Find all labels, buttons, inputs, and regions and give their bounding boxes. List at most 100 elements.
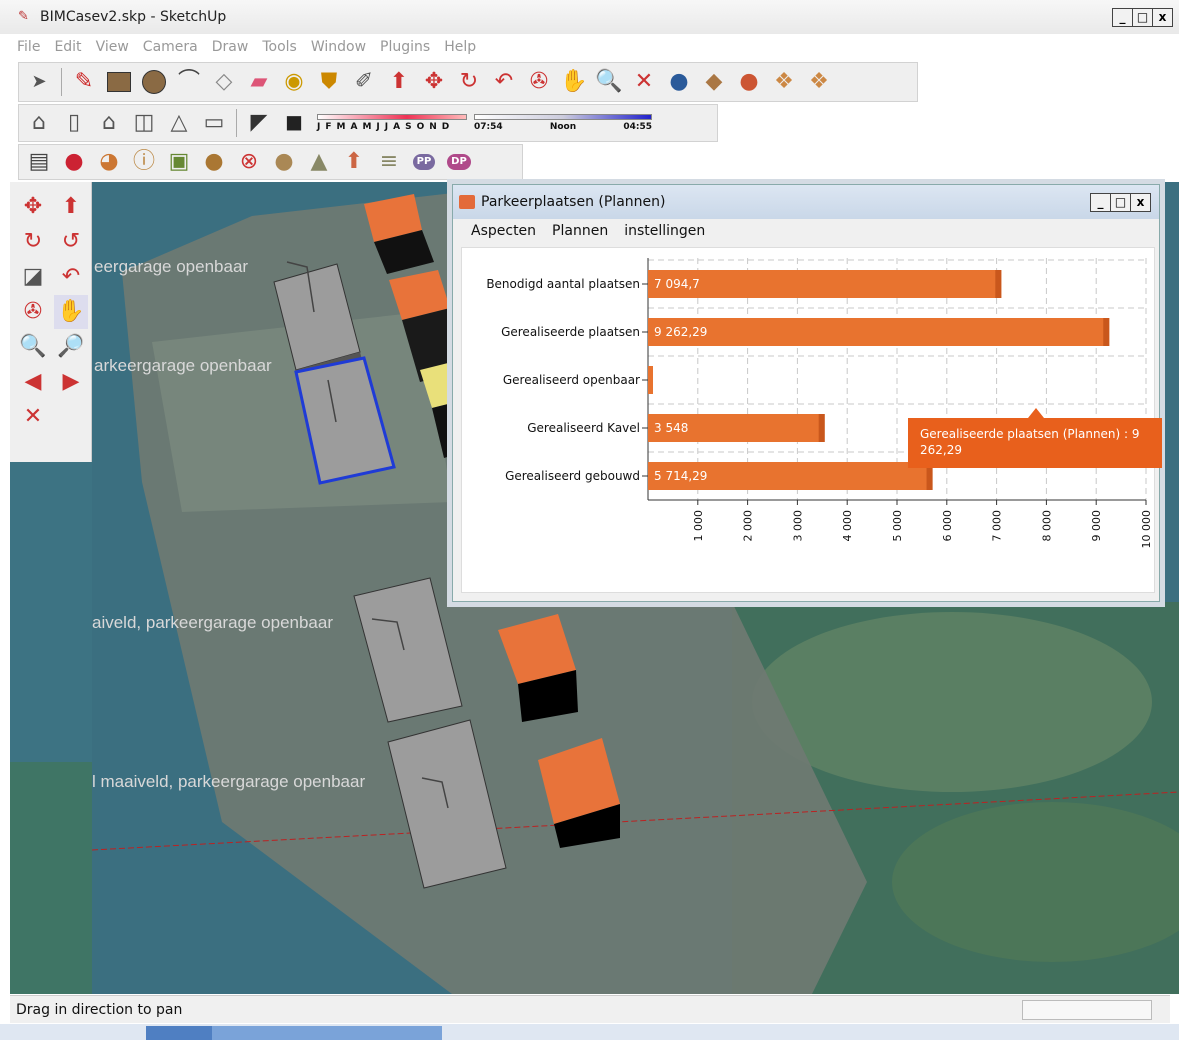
rotate-icon[interactable]: ↻ xyxy=(16,225,50,259)
plugin-delete-icon[interactable]: ⊗ xyxy=(233,146,265,178)
left-view-icon[interactable]: ▭ xyxy=(198,107,230,139)
report-icon[interactable]: ▤ xyxy=(23,146,55,178)
menu-tools[interactable]: Tools xyxy=(255,39,304,55)
eraser-icon[interactable]: ▰ xyxy=(243,66,275,98)
rotate-icon[interactable]: ↻ xyxy=(453,66,485,98)
make-component-icon[interactable]: ◇ xyxy=(208,66,240,98)
paint-icon[interactable]: ✐ xyxy=(348,66,380,98)
plugin-pp-icon[interactable]: PP xyxy=(408,146,440,178)
bar-chart: Benodigd aantal plaatsen 7 094,7 Gerealise… xyxy=(461,247,1162,593)
toolbar-separator xyxy=(236,109,237,137)
close-button[interactable]: x xyxy=(1152,8,1173,27)
components-icon[interactable]: ❖ xyxy=(768,66,800,98)
orbit-icon[interactable]: ✇ xyxy=(16,295,50,329)
follow-me-icon[interactable]: ↶ xyxy=(488,66,520,98)
shadow-date-slider[interactable]: J F M A M J J A S O N D xyxy=(317,107,467,139)
x-tick-label: 7 000 xyxy=(991,510,1004,542)
iso-view-icon[interactable]: ⌂ xyxy=(23,107,55,139)
zoom-icon[interactable]: 🔍 xyxy=(16,330,50,364)
maximize-button[interactable]: □ xyxy=(1132,8,1153,27)
viewport-left-strip xyxy=(10,462,92,994)
rectangle-icon[interactable] xyxy=(103,66,135,98)
menu-view[interactable]: View xyxy=(89,39,136,55)
zoom-icon[interactable]: 🔍 xyxy=(593,66,625,98)
orbit-icon[interactable]: ✇ xyxy=(523,66,555,98)
x-tick-label: 3 000 xyxy=(791,510,804,542)
tape-measure-icon[interactable]: ◉ xyxy=(278,66,310,98)
dialog-close-button[interactable]: x xyxy=(1130,193,1151,212)
parkeerplaatsen-dialog: Parkeerplaatsen (Plannen) _ □ x Aspecten… xyxy=(452,184,1162,602)
paint-bucket-icon[interactable]: ⛊ xyxy=(313,66,345,98)
status-text: Drag in direction to pan xyxy=(16,1001,183,1018)
dialog-minimize-button[interactable]: _ xyxy=(1090,193,1111,212)
time-slider-bar[interactable] xyxy=(474,114,652,120)
plugin-terrain-icon[interactable]: ▲ xyxy=(303,146,335,178)
x-tick-label: 1 000 xyxy=(692,510,705,542)
menu-plannen[interactable]: Plannen xyxy=(544,223,616,239)
offset-icon[interactable]: ↺ xyxy=(54,225,88,259)
get-models-icon[interactable]: ● xyxy=(663,66,695,98)
plugin-info-icon[interactable]: ⓘ xyxy=(128,146,160,178)
plugin-dp-icon[interactable]: DP xyxy=(443,146,475,178)
window-title: BIMCasev2.skp - SketchUp xyxy=(40,9,227,25)
shadow-settings-icon[interactable]: ◤ xyxy=(243,107,275,139)
arc-icon[interactable]: ⌒ xyxy=(173,66,205,98)
back-view-icon[interactable]: △ xyxy=(163,107,195,139)
plugin-green-icon[interactable]: ▣ xyxy=(163,146,195,178)
follow-me-icon[interactable]: ↶ xyxy=(54,260,88,294)
push-pull-icon[interactable]: ⬆ xyxy=(54,190,88,224)
next-view-icon[interactable]: ▶ xyxy=(54,365,88,399)
taskbar-button[interactable] xyxy=(212,1026,442,1040)
menu-aspecten[interactable]: Aspecten xyxy=(463,223,544,239)
zoom-extents-icon[interactable]: ✕ xyxy=(16,400,50,434)
share-model-icon[interactable]: ◆ xyxy=(698,66,730,98)
display-shadows-icon[interactable]: ◼ xyxy=(278,107,310,139)
minimize-button[interactable]: _ xyxy=(1112,8,1133,27)
right-view-icon[interactable]: ◫ xyxy=(128,107,160,139)
plugin-brown-icon[interactable]: ● xyxy=(198,146,230,178)
category-label: Gerealiseerd gebouwd xyxy=(505,469,640,483)
plugin-red-icon[interactable]: ● xyxy=(58,146,90,178)
taskbar-button[interactable] xyxy=(146,1026,212,1040)
circle-icon[interactable] xyxy=(138,66,170,98)
move-icon[interactable]: ✥ xyxy=(418,66,450,98)
month-label: J xyxy=(317,122,321,132)
ground-label: eergarage openbaar xyxy=(94,257,248,276)
front-view-icon[interactable]: ⌂ xyxy=(93,107,125,139)
share-component-icon[interactable]: ❖ xyxy=(803,66,835,98)
pencil-icon[interactable]: ✎ xyxy=(68,66,100,98)
menu-window[interactable]: Window xyxy=(304,39,373,55)
warehouse-icon[interactable]: ● xyxy=(733,66,765,98)
menu-edit[interactable]: Edit xyxy=(47,39,88,55)
pan-hand-icon[interactable]: ✋ xyxy=(54,295,88,329)
plugin-layers-icon[interactable]: ≡ xyxy=(373,146,405,178)
select-icon[interactable]: ➤ xyxy=(23,66,55,98)
menu-plugins[interactable]: Plugins xyxy=(373,39,437,55)
shadow-time-slider[interactable]: 07:54 Noon 04:55 xyxy=(474,107,652,139)
zoom-window-icon[interactable]: 🔎 xyxy=(54,330,88,364)
dialog-titlebar[interactable]: Parkeerplaatsen (Plannen) _ □ x xyxy=(453,185,1159,219)
plugin-pie-icon[interactable]: ◕ xyxy=(93,146,125,178)
previous-view-icon[interactable]: ◀ xyxy=(16,365,50,399)
date-slider-bar[interactable] xyxy=(317,114,467,120)
status-bar: Drag in direction to pan xyxy=(10,995,1170,1023)
plugin-tan-icon[interactable]: ● xyxy=(268,146,300,178)
window-titlebar: ✎ BIMCasev2.skp - SketchUp _ □ x xyxy=(0,0,1179,34)
top-view-icon[interactable]: ▯ xyxy=(58,107,90,139)
menu-draw[interactable]: Draw xyxy=(205,39,256,55)
menu-file[interactable]: File xyxy=(10,39,47,55)
month-label: S xyxy=(405,122,412,132)
move-icon[interactable]: ✥ xyxy=(16,190,50,224)
dialog-maximize-button[interactable]: □ xyxy=(1110,193,1131,212)
pan-hand-icon[interactable]: ✋ xyxy=(558,66,590,98)
menu-camera[interactable]: Camera xyxy=(136,39,205,55)
scale-icon[interactable]: ◪ xyxy=(16,260,50,294)
plugin-pushpull-icon[interactable]: ⬆ xyxy=(338,146,370,178)
measurements-box[interactable] xyxy=(1022,1000,1152,1020)
toolbar-main: ➤ ✎ ⌒ ◇ ▰ ◉ ⛊ ✐ ⬆ ✥ ↻ ↶ ✇ ✋ 🔍 ✕ ● ◆ ● ❖ … xyxy=(18,62,918,102)
push-pull-icon[interactable]: ⬆ xyxy=(383,66,415,98)
zoom-extents-icon[interactable]: ✕ xyxy=(628,66,660,98)
menu-instellingen[interactable]: instellingen xyxy=(616,223,713,239)
bar xyxy=(648,270,1002,298)
menu-help[interactable]: Help xyxy=(437,39,483,55)
